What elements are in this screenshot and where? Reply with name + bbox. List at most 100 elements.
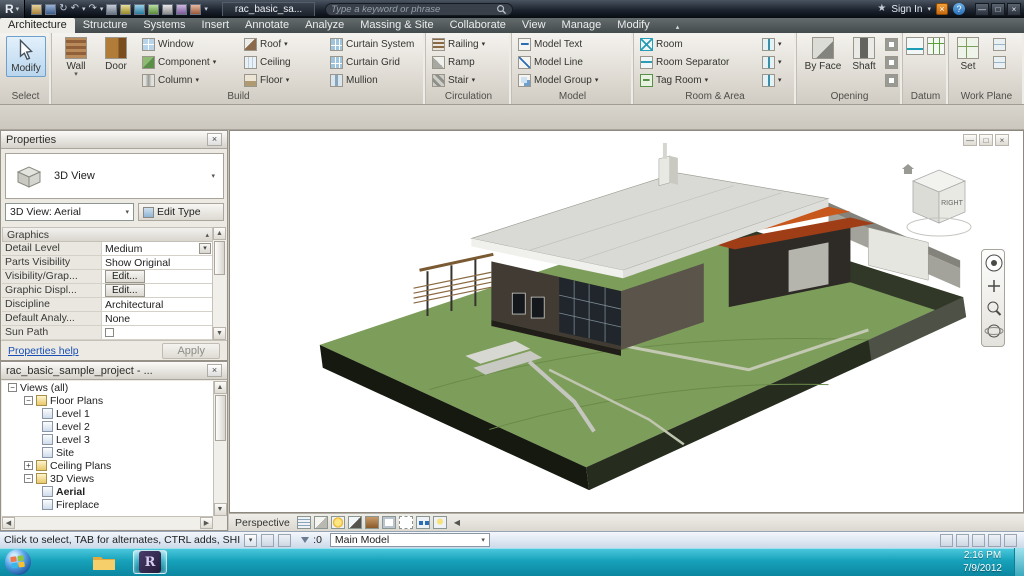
by-face-button[interactable]: By Face: [803, 36, 843, 72]
room-button[interactable]: Room: [638, 35, 756, 53]
window[interactable]: [531, 297, 544, 318]
properties-help-link[interactable]: Properties help: [8, 345, 79, 357]
close-button[interactable]: ×: [1007, 3, 1021, 16]
modify-button[interactable]: Modify: [6, 36, 46, 77]
panel-label-model[interactable]: Model: [512, 91, 633, 103]
view-restore-icon[interactable]: □: [979, 134, 993, 146]
design-options-icon[interactable]: [278, 534, 291, 547]
select-underlays-icon[interactable]: [956, 534, 969, 547]
flue-pipe[interactable]: [663, 143, 667, 159]
sun-path-icon[interactable]: [331, 516, 345, 529]
scroll-down-icon[interactable]: ▼: [214, 503, 227, 516]
tab-manage[interactable]: Manage: [554, 18, 610, 33]
sun-path-checkbox[interactable]: [105, 328, 114, 337]
model-group-button[interactable]: Model Group▾: [516, 71, 630, 89]
curtain-system-button[interactable]: Curtain System: [328, 35, 424, 53]
panel-label-build[interactable]: Build: [52, 91, 425, 103]
roof-button[interactable]: Roof▾: [242, 35, 326, 53]
scroll-left-icon[interactable]: ◀: [454, 518, 460, 527]
collapse-icon[interactable]: −: [24, 396, 33, 405]
tree-item-3d-views[interactable]: −3D Views: [2, 472, 213, 485]
scroll-up-icon[interactable]: ▲: [213, 227, 226, 240]
parts-visibility-value[interactable]: Show Original: [102, 256, 214, 269]
detail-level-dropdown[interactable]: Medium▾: [102, 242, 214, 255]
tab-view[interactable]: View: [514, 18, 554, 33]
browser-horizontal-scrollbar[interactable]: ◀ ▶: [2, 516, 213, 529]
area-boundary-button[interactable]: ▾: [760, 53, 794, 71]
properties-scrollbar[interactable]: ▲ ▼: [212, 227, 226, 340]
ribbon-minimize-icon[interactable]: ▴: [670, 21, 686, 33]
column-button[interactable]: Column▾: [140, 71, 240, 89]
mullion-button[interactable]: Mullion: [328, 71, 424, 89]
chevron-down-icon[interactable]: ▾: [244, 534, 257, 547]
curtain-grid-button[interactable]: Curtain Grid: [328, 53, 424, 71]
tab-annotate[interactable]: Annotate: [237, 18, 297, 33]
tag-room-button[interactable]: Tag Room▾: [638, 71, 756, 89]
exchange-apps-icon[interactable]: ×: [936, 3, 948, 15]
save-icon[interactable]: [45, 4, 56, 15]
tag-area-button[interactable]: ▾: [760, 71, 794, 89]
browser-scrollbar[interactable]: ▲ ▼: [213, 381, 226, 516]
ramp-button[interactable]: Ramp: [430, 53, 510, 71]
properties-header[interactable]: Properties ×: [1, 131, 227, 149]
default-3d-view-icon[interactable]: [176, 4, 187, 15]
view-filter-dropdown[interactable]: 3D View: Aerial ▾: [5, 203, 134, 221]
collapse-icon[interactable]: −: [8, 383, 17, 392]
panel-label-circulation[interactable]: Circulation: [426, 91, 511, 103]
select-by-face-icon[interactable]: [988, 534, 1001, 547]
level-button[interactable]: [905, 36, 925, 57]
filter-icon[interactable]: [301, 537, 309, 543]
wall-opening-button[interactable]: [883, 35, 901, 53]
detail-level-icon[interactable]: [297, 516, 311, 529]
active-design-option-dropdown[interactable]: Main Model ▾: [330, 533, 490, 547]
tree-item-level-3[interactable]: Level 3: [2, 433, 213, 446]
crop-view-icon[interactable]: [382, 516, 396, 529]
tab-architecture[interactable]: Architecture: [0, 18, 75, 33]
railing-button[interactable]: Railing▾: [430, 35, 510, 53]
tree-item-ceiling-plans[interactable]: +Ceiling Plans: [2, 459, 213, 472]
viewcube[interactable]: RIGHT: [899, 157, 979, 241]
graphics-section-header[interactable]: Graphics ▴: [2, 227, 214, 242]
chimney-front[interactable]: [659, 156, 670, 186]
edit-graphic-display-button[interactable]: Edit...: [105, 284, 145, 297]
scroll-left-icon[interactable]: ◀: [2, 517, 15, 529]
grid-button[interactable]: [926, 36, 946, 57]
worksets-icon[interactable]: [261, 534, 274, 547]
panel-label-room-area[interactable]: Room & Area: [634, 91, 796, 103]
ceiling-button[interactable]: Ceiling: [242, 53, 326, 71]
taskbar-explorer-button[interactable]: [87, 550, 121, 574]
view-scale-label[interactable]: Perspective: [235, 517, 290, 529]
project-browser-header[interactable]: rac_basic_sample_project - ... ×: [1, 362, 227, 380]
room-separator-button[interactable]: Room Separator: [638, 53, 756, 71]
visual-style-icon[interactable]: [314, 516, 328, 529]
default-analysis-value[interactable]: None: [102, 312, 214, 325]
search-icon[interactable]: [496, 4, 507, 15]
maximize-button[interactable]: □: [991, 3, 1005, 16]
door-button[interactable]: Door: [98, 36, 134, 72]
scrollbar-thumb[interactable]: [215, 395, 226, 441]
open-icon[interactable]: [31, 4, 42, 15]
reveal-hidden-elements-icon[interactable]: [433, 516, 447, 529]
search-input[interactable]: [331, 4, 496, 15]
measure-icon[interactable]: [120, 4, 131, 15]
pan-icon[interactable]: [988, 280, 1000, 292]
temporary-hide-isolate-icon[interactable]: [416, 516, 430, 529]
vertical-opening-button[interactable]: [883, 53, 901, 71]
zoom-icon[interactable]: [988, 302, 1001, 315]
steering-wheel-icon[interactable]: [986, 255, 1002, 271]
expand-icon[interactable]: +: [24, 461, 33, 470]
dormer-opening-button[interactable]: [883, 71, 901, 89]
panel-label-datum[interactable]: Datum: [903, 91, 948, 103]
close-icon[interactable]: ×: [207, 364, 222, 377]
select-links-icon[interactable]: [940, 534, 953, 547]
area-button[interactable]: ▾: [760, 35, 794, 53]
discipline-value[interactable]: Architectural: [102, 298, 214, 311]
panel-label-work-plane[interactable]: Work Plane: [949, 91, 1024, 103]
orbit-icon[interactable]: [985, 325, 1003, 337]
tree-item-level-2[interactable]: Level 2: [2, 420, 213, 433]
stair-button[interactable]: Stair▾: [430, 71, 510, 89]
show-desktop-button[interactable]: [1014, 548, 1024, 576]
minimize-button[interactable]: —: [975, 3, 989, 16]
scroll-down-icon[interactable]: ▼: [213, 327, 226, 340]
tab-analyze[interactable]: Analyze: [297, 18, 352, 33]
